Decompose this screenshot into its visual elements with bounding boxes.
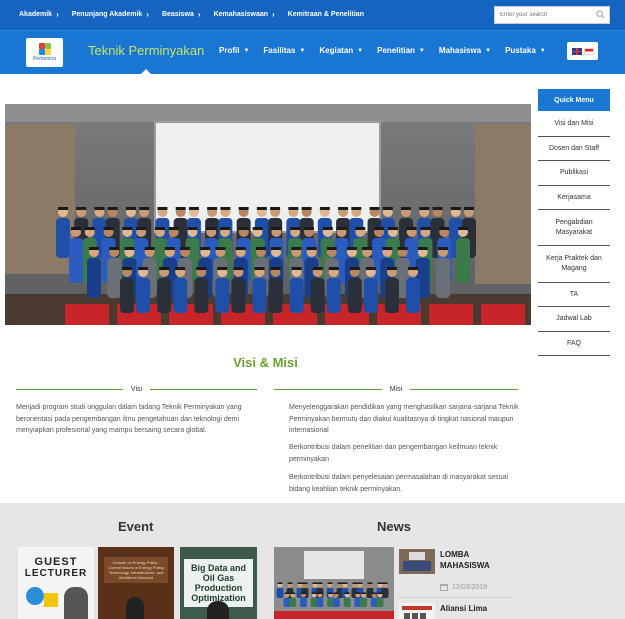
news-item[interactable]: Aliansi Lima (399, 603, 487, 619)
site-title[interactable]: Teknik Perminyakan (88, 43, 204, 58)
news-item-title[interactable]: Aliansi Lima (440, 603, 487, 619)
news-title: News (377, 519, 411, 534)
news-main-photo[interactable] (274, 547, 394, 619)
news-photo-image (274, 547, 394, 619)
caret-down-icon: ▼ (539, 47, 546, 54)
nav-active-pointer (141, 69, 151, 74)
caret-down-icon: ▼ (418, 47, 425, 54)
misi-item: Berkontribusi dalam penelitian dan penge… (289, 444, 498, 463)
speaker-photo (207, 601, 229, 619)
chevron-right-icon: › (272, 10, 275, 19)
event-poster[interactable]: Big Data and Oil Gas Production Optimiza… (180, 547, 257, 619)
top-bar: Akademik › Penunjang Akademik › Beasiswa › … (0, 0, 625, 30)
toplink-penunjang-akademik[interactable]: Penunjang Akademik › (72, 10, 149, 19)
quick-menu-item-jadwal-lab[interactable]: Jadwal Lab (538, 307, 610, 332)
visi-misi-title: Visi & Misi (233, 355, 298, 370)
language-switcher[interactable] (567, 42, 598, 60)
speaker-photo (126, 597, 144, 619)
visi-text: Menjadi program studi unggulan dalam bid… (16, 404, 242, 434)
divider (150, 388, 257, 390)
misi-header: Misi (274, 384, 519, 394)
divider (274, 388, 382, 390)
logo-mark-icon (38, 43, 51, 55)
search-input[interactable] (495, 12, 591, 18)
news-item-title[interactable]: LOMBA MAHASISWA (440, 549, 500, 574)
nav-item-fasilitas[interactable]: Fasilitas ▼ (263, 46, 305, 55)
calendar-icon (440, 584, 448, 591)
chevron-right-icon: › (197, 10, 201, 19)
university-logo[interactable]: Pertamina (26, 38, 63, 67)
top-links: Akademik › Penunjang Akademik › Beasiswa › … (19, 10, 377, 19)
divider (410, 388, 519, 390)
visi-header: Visi (16, 384, 257, 394)
logo-text: Pertamina (33, 56, 56, 62)
search-icon[interactable] (596, 10, 605, 19)
nav-item-pustaka[interactable]: Pustaka ▼ (505, 46, 546, 55)
news-item[interactable]: LOMBA MAHASISWA (399, 549, 500, 574)
event-title: Event (118, 519, 154, 534)
nav-item-penelitian[interactable]: Penelitian ▼ (377, 46, 425, 55)
visi-label: Visi (130, 385, 143, 393)
quick-menu-title: Quick Menu (538, 89, 610, 111)
quick-menu-item-dosen-staff[interactable]: Dosen dan Staff (538, 137, 610, 161)
uk-flag-icon[interactable] (571, 47, 582, 55)
speaker-photo (64, 587, 88, 619)
caret-down-icon: ▼ (485, 47, 492, 54)
caret-down-icon: ▼ (299, 47, 306, 54)
quick-menu: Quick Menu Visi dan Misi Dosen dan Staff… (538, 89, 610, 356)
news-thumbnail (399, 549, 435, 574)
divider (16, 388, 123, 390)
toplink-akademik[interactable]: Akademik › (19, 10, 59, 19)
chevron-right-icon: › (56, 10, 59, 19)
event-poster[interactable]: Outlook on Energy Policy : Current Issue… (98, 547, 174, 619)
quick-menu-item-pengabdian[interactable]: Pengabdian Masyarakat (538, 210, 610, 246)
indonesia-flag-icon[interactable] (583, 47, 594, 55)
group-photo-image (5, 104, 531, 325)
quick-menu-item-publikasi[interactable]: Publikasi (538, 161, 610, 186)
toplink-kemitraan[interactable]: Kemitraan & Penelitian (288, 10, 364, 19)
quick-menu-item-ta[interactable]: TA (538, 283, 610, 307)
quick-menu-item-visi-misi[interactable]: Visi dan Misi (538, 111, 610, 137)
quick-menu-item-kerjasama[interactable]: Kerjasama (538, 186, 610, 210)
decorative-shape (44, 593, 58, 607)
quick-menu-item-kerja-praktek[interactable]: Kerja Praktek dan Magang (538, 246, 610, 283)
main-nav: Pertamina Teknik Perminyakan Profil ▼ Fas… (0, 30, 625, 74)
nav-item-mahasiswa[interactable]: Mahasiswa ▼ (439, 46, 491, 55)
search-box (494, 6, 610, 24)
nav-item-kegiatan[interactable]: Kegiatan ▼ (319, 46, 363, 55)
nav-item-profil[interactable]: Profil ▼ (219, 46, 249, 55)
misi-label: Misi (389, 385, 403, 393)
misi-item: Berkontribusi dalam penyelesaian permasa… (289, 474, 509, 493)
divider (399, 597, 512, 598)
event-poster[interactable]: GUEST LECTURER (18, 547, 94, 619)
misi-item: Menyelenggarakan pendidikan yang menghas… (289, 404, 519, 434)
caret-down-icon: ▼ (243, 47, 250, 54)
hero-group-photo (5, 104, 531, 325)
decorative-circle (26, 587, 44, 605)
news-date: 12/03/2019 (440, 584, 487, 591)
toplink-kemahasiswaan[interactable]: Kemahasiswaan › (214, 10, 275, 19)
news-thumbnail (399, 603, 435, 619)
toplink-beasiswa[interactable]: Beasiswa › (162, 10, 201, 19)
caret-down-icon: ▼ (357, 47, 364, 54)
quick-menu-item-faq[interactable]: FAQ (538, 332, 610, 356)
nav-menu: Profil ▼ Fasilitas ▼ Kegiatan ▼ Penelitian ▼… (219, 46, 560, 55)
chevron-right-icon: › (146, 10, 149, 19)
